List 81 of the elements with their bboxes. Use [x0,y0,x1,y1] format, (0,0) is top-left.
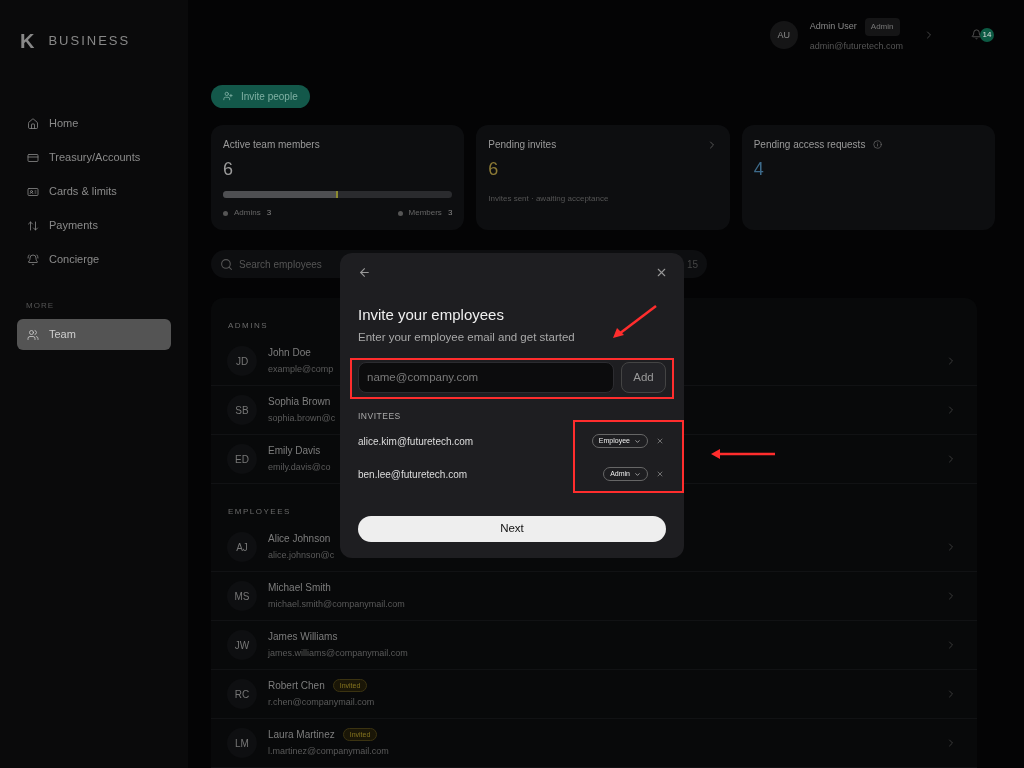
user-email: admin@futuretech.com [809,39,903,53]
home-icon [27,117,39,130]
chevron-down-icon [634,470,641,478]
card-title: Pending invites [488,138,557,152]
sidebar-item[interactable]: Payments [17,210,171,241]
chevron-down-icon [634,437,641,445]
group-title: ADMINS [228,321,269,330]
back-icon[interactable] [358,266,371,279]
search-icon [220,257,233,271]
avatar-initials: JW [227,630,257,660]
legend-label: Members [408,207,442,219]
remove-icon[interactable] [656,470,664,478]
employee-name: Alice Johnson [268,532,331,547]
bell-icon [27,253,39,266]
card-icon [27,185,39,198]
card-title: Pending access requests [753,138,866,152]
legend-label: Admins [234,207,261,219]
employee-name: Michael Smith [268,581,331,596]
logo: K [20,29,35,54]
employee-row[interactable]: MS Michael Smith michael.smith@companymail.com [211,572,977,621]
sidebar-item[interactable]: Cards & limits [17,176,171,207]
sidebar-item[interactable]: Concierge [17,244,171,275]
employee-email: l.martinez@companymail.com [268,745,389,759]
sidebar-item[interactable]: Team [17,319,171,350]
card-icon [27,151,39,164]
employee-name: Emily Davis [268,444,321,459]
stat-value: 6 [488,158,500,181]
group-title: EMPLOYEES [228,507,291,516]
card-note: Invites sent · awaiting acceptance [488,193,610,205]
add-button[interactable]: Add [621,361,666,393]
card-title: Active team members [223,138,320,152]
employee-email: alice.johnson@c [268,549,335,563]
avatar-initials: MS [227,581,257,611]
avatar-initials: AJ [227,532,257,562]
stat-value: 4 [753,158,765,181]
brand-name: BUSINESS [48,32,131,51]
invitees-label: INVITEES [358,409,402,423]
legend-count: 3 [447,207,453,219]
arrows-icon [27,219,39,232]
employee-row[interactable]: JW James Williams james.williams@companymail.com [211,621,977,670]
notification-count: 14 [980,28,994,43]
section-label: MORE [26,300,55,312]
user-name: Admin User [809,19,857,33]
employee-email: james.williams@companymail.com [268,647,408,661]
employee-email: emily.davis@co [268,461,331,475]
employee-name: James Williams [268,630,338,645]
legend-count: 3 [266,207,272,219]
avatar-initials: RC [227,679,257,709]
role-badge: Admin [864,17,900,36]
close-icon[interactable] [655,266,668,279]
dialog-subtitle: Enter your employee email and get started [358,329,575,345]
employee-name: John Doe [268,346,311,361]
sidebar-item[interactable]: Home [17,108,171,139]
employee-name: Sophia Brown [268,395,331,410]
user-avatar[interactable]: AU [769,21,798,50]
invite-people-button[interactable]: Invite people [211,84,310,108]
dialog-title: Invite your employees [358,305,504,325]
employee-email: r.chen@companymail.com [268,696,375,710]
avatar-initials: ED [227,444,257,474]
users-icon [27,328,39,341]
user-plus-icon [223,91,233,102]
info-icon [873,140,883,149]
annotation-arrow [710,448,776,460]
notification-icon[interactable] [971,29,982,41]
remove-icon[interactable] [656,437,664,445]
sidebar-item[interactable]: Treasury/Accounts [17,142,171,173]
stat-value: 6 [223,158,234,181]
employee-email: michael.smith@companymail.com [268,598,405,612]
avatar-initials: SB [227,395,257,425]
email-input[interactable]: name@company.com [358,361,614,393]
employee-name: Laura Martinez [268,728,335,743]
avatar-initials: LM [227,728,257,758]
search-placeholder: Search employees [239,257,322,272]
employee-email: example@comp [268,363,334,377]
invitee-email: ben.lee@futuretech.com [358,467,468,482]
employee-email: sophia.brown@c [268,412,336,426]
next-button[interactable]: Next [358,516,666,542]
annotation-arrow [611,304,659,340]
avatar-initials: JD [227,346,257,376]
employee-name: Robert Chen [268,679,325,694]
invitee-email: alice.kim@futuretech.com [358,434,474,449]
